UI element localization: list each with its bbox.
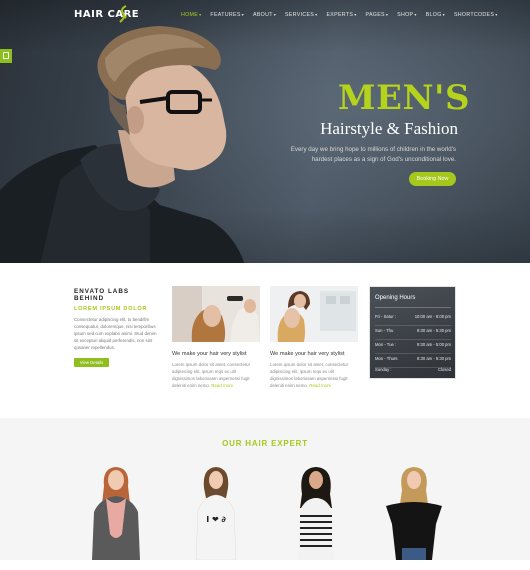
salon-styling-image [270,286,358,342]
intro-subheading: LOREM IPSUM DOLOR [74,306,148,312]
experts-heading: OUR HAIR EXPERT [222,439,308,448]
hair-logo-icon [119,5,127,23]
nav-item-blog[interactable]: BLOG▾ [426,12,445,18]
opening-hours-panel: Opening Hours Fri - Satur :10:00 am - 6:… [369,286,456,379]
hero-subtitle: Hairstyle & Fashion [320,119,458,138]
salon-blowdry-image [172,286,260,342]
card-body: Lorem ipsum dolor sit amet, consectetur … [270,362,349,388]
card-title: We make your hair very stylist [172,351,247,357]
nav-item-services[interactable]: SERVICES▾ [285,12,317,18]
panel-icon [3,52,9,59]
hours-row: Mon - Thurs 8:30 am - 5:30 pm [375,356,451,368]
booking-now-button[interactable]: Booking Now [409,172,456,186]
nav-item-about[interactable]: ABOUT▾ [253,12,276,18]
nav-item-shop[interactable]: SHOP▾ [397,12,417,18]
top-navbar: HAIR CARE HOME▾ FEATURES▾ ABOUT▾ SERVICE… [0,0,530,30]
card-body: Lorem ipsum dolor sit amet, consectetur … [172,362,251,388]
experts-section: OUR HAIR EXPERT I ❤ ∂ [0,418,530,560]
hero-description: Every day we bring hope to millions of c… [290,146,456,163]
hero-banner: HAIR CARE HOME▾ FEATURES▾ ABOUT▾ SERVICE… [0,0,530,263]
expert-photo[interactable] [286,464,346,560]
view-details-button[interactable]: View Details [74,358,109,367]
main-menu: HOME▾ FEATURES▾ ABOUT▾ SERVICES▾ EXPERTS… [181,12,507,18]
read-more-link[interactable]: Read more [309,383,331,388]
hours-row: Mon - Tue :9:30 am - 5:00 pm [375,342,451,354]
opening-hours-heading: Opening Hours [375,295,416,301]
service-card: We make your hair very stylist Lorem ips… [270,286,358,389]
card-title: We make your hair very stylist [270,351,345,357]
nav-item-pages[interactable]: PAGES▾ [366,12,389,18]
hours-row: Sunday : Closed [375,367,451,372]
divider [375,307,451,308]
intro-block: ENVATO LABS BEHIND LOREM IPSUM DOLOR Con… [74,288,159,369]
site-logo[interactable]: HAIR CARE [74,9,139,20]
service-card: We make your hair very stylist Lorem ips… [172,286,260,389]
nav-item-features[interactable]: FEATURES▾ [210,12,244,18]
intro-body: Consectetur adipiscing elit, to bendifim… [74,317,157,350]
hours-row: Fri - Satur :10:00 am - 6:00 pm [375,314,451,326]
svg-text:I ❤ ∂: I ❤ ∂ [206,515,226,524]
expert-photo[interactable] [86,464,146,560]
nav-item-home[interactable]: HOME▾ [181,12,201,18]
hero-title: MEN'S [337,78,470,118]
intro-heading: ENVATO LABS BEHIND [74,288,130,302]
footer-strip [0,560,530,570]
expert-photo[interactable] [384,464,444,560]
nav-item-shortcodes[interactable]: SHORTCODES▾ [454,12,498,18]
settings-side-tab[interactable] [0,49,12,63]
nav-item-experts[interactable]: EXPERTS▾ [326,12,356,18]
read-more-link[interactable]: Read more [211,383,233,388]
hero-man-image [0,26,245,263]
hours-row: Sun - Thu 8:30 am - 5:30 pm [375,328,451,340]
expert-photo[interactable]: I ❤ ∂ [186,464,246,560]
